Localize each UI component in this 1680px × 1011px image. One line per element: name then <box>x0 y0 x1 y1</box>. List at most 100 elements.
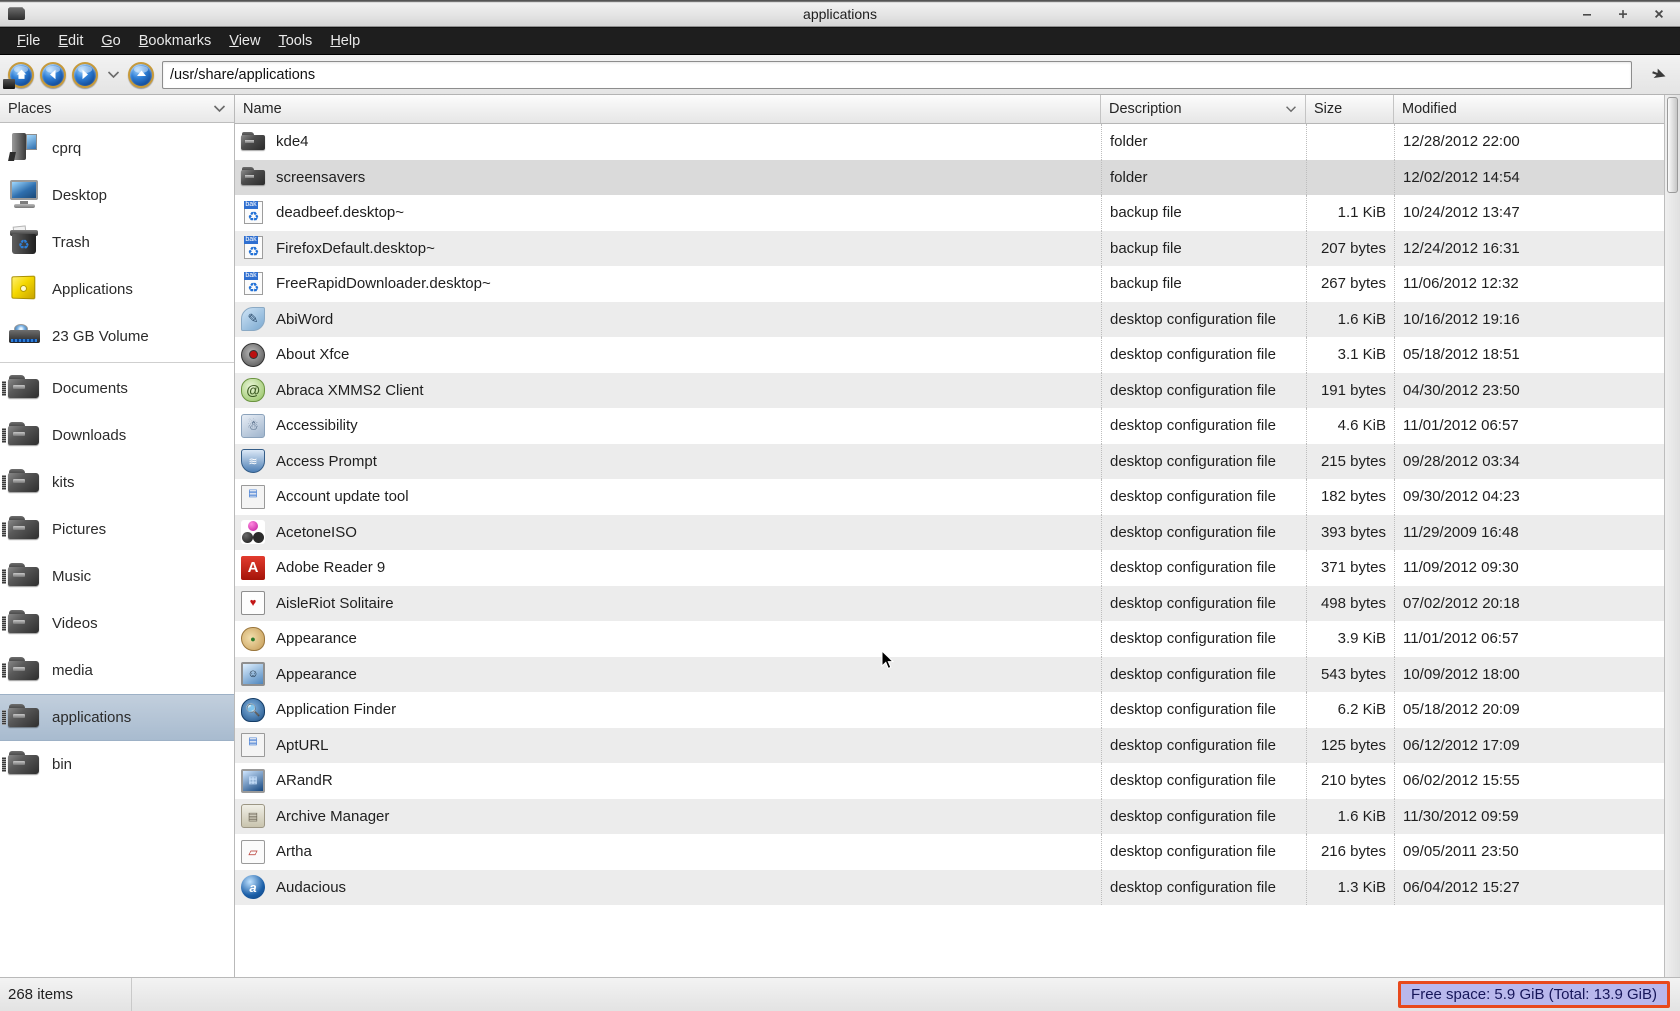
sidebar-item-media[interactable]: media <box>0 647 234 694</box>
forward-button[interactable] <box>70 60 100 90</box>
table-row[interactable]: bak ♻ FreeRapidDownloader.desktop~ backup f… <box>235 266 1664 302</box>
sidebar-item-volume[interactable]: 23 GB Volume <box>0 313 234 360</box>
sidebar-item-applications[interactable]: Applications <box>0 266 234 313</box>
up-button[interactable] <box>126 60 156 90</box>
sidebar-item-videos[interactable]: Videos <box>0 600 234 647</box>
monitor-icon <box>8 179 42 213</box>
menu-bookmarks[interactable]: Bookmarks <box>130 30 221 52</box>
home-icon <box>3 61 34 89</box>
maximize-button[interactable] <box>1616 6 1630 22</box>
menu-go[interactable]: Go <box>92 30 129 52</box>
sidebar-item-bin[interactable]: bin <box>0 741 234 788</box>
window-controls <box>1580 6 1680 22</box>
sidebar-item-label: bin <box>52 756 73 773</box>
status-bar: 268 items Free space: 5.9 GiB (Total: 13… <box>0 977 1680 1011</box>
xfce-display-icon: ☺ <box>241 661 267 687</box>
cards-icon: ♥ <box>241 590 267 616</box>
column-header-description[interactable]: Description <box>1101 95 1306 123</box>
column-header-name[interactable]: Name <box>235 95 1101 123</box>
home-button[interactable] <box>3 60 36 90</box>
table-row[interactable]: ● Appearance desktop configuration file 3.9… <box>235 621 1664 657</box>
menu-tools[interactable]: Tools <box>269 30 321 52</box>
cell-name: ≋ Access Prompt <box>235 444 1101 480</box>
cell-size: 1.6 KiB <box>1306 301 1394 337</box>
table-row[interactable]: a Audacious desktop configuration file 1.3 … <box>235 869 1664 905</box>
cell-description: backup file <box>1101 266 1306 302</box>
table-row[interactable]: ☃ Accessibility desktop configuration file… <box>235 408 1664 444</box>
table-row[interactable]: ▤ Archive Manager desktop configuration fi… <box>235 798 1664 834</box>
cell-name: AcetoneISO <box>235 515 1101 551</box>
cell-description: desktop configuration file <box>1101 514 1306 550</box>
sidebar-item-trash[interactable]: ♻ Trash <box>0 219 234 266</box>
scrollbar-thumb[interactable] <box>1667 97 1678 193</box>
places-list: cprq Desktop ♻ Trash Applications 23 GB … <box>0 123 234 977</box>
table-row[interactable]: ▱ Artha desktop configuration file 216 byte… <box>235 834 1664 870</box>
table-row[interactable]: 🔍 Application Finder desktop configuration… <box>235 692 1664 728</box>
cell-name: @ Abraca XMMS2 Client <box>235 373 1101 409</box>
cell-size: 207 bytes <box>1306 230 1394 266</box>
close-button[interactable] <box>1652 6 1666 22</box>
table-row[interactable]: ▤ Account update tool desktop configuratio… <box>235 479 1664 515</box>
table-row[interactable]: ♥ AisleRiot Solitaire desktop configuratio… <box>235 585 1664 621</box>
column-header-size[interactable]: Size <box>1306 95 1394 123</box>
arandr-icon: ▦ <box>241 768 267 794</box>
sidebar-item-kits[interactable]: kits <box>0 459 234 506</box>
menu-file[interactable]: File <box>8 30 49 52</box>
file-name-label: About Xfce <box>276 346 350 364</box>
table-row[interactable]: ✎ AbiWord desktop configuration file 1.6 Ki… <box>235 301 1664 337</box>
cell-name: bak ♻ FirefoxDefault.desktop~ <box>235 231 1101 267</box>
sidebar-item-downloads[interactable]: Downloads <box>0 412 234 459</box>
cell-modified: 12/28/2012 22:00 <box>1394 124 1664 160</box>
table-row[interactable]: ≋ Access Prompt desktop configuration file… <box>235 443 1664 480</box>
chevron-down-icon[interactable] <box>213 101 226 117</box>
table-row[interactable]: AcetoneISO desktop configuration file 393 … <box>235 514 1664 551</box>
sidebar-item-applications-folder[interactable]: applications <box>0 694 234 741</box>
sidebar-item-desktop[interactable]: Desktop <box>0 172 234 219</box>
table-row[interactable]: bak ♻ FirefoxDefault.desktop~ backup file 20… <box>235 230 1664 267</box>
chevron-down-icon[interactable] <box>1275 101 1297 117</box>
sidebar-item-pictures[interactable]: Pictures <box>0 506 234 553</box>
menu-view[interactable]: View <box>220 30 269 52</box>
table-row[interactable]: ☺ Appearance desktop configuration file 543… <box>235 656 1664 692</box>
finder-icon: 🔍 <box>241 697 267 723</box>
cell-description: desktop configuration file <box>1101 727 1306 763</box>
menu-help[interactable]: Help <box>321 30 369 52</box>
sidebar-item-cprq[interactable]: cprq <box>0 125 234 172</box>
sidebar-item-label: Music <box>52 568 92 585</box>
table-row[interactable]: ▤ AptURL desktop configuration file 125 byt… <box>235 727 1664 763</box>
cell-size: 1.1 KiB <box>1306 195 1394 231</box>
back-button[interactable] <box>38 60 68 90</box>
menu-edit[interactable]: Edit <box>49 30 92 52</box>
cell-size: 3.1 KiB <box>1306 337 1394 373</box>
cell-size: 191 bytes <box>1306 372 1394 408</box>
abraca-icon: @ <box>241 377 267 403</box>
menu-file-rest: ile <box>25 33 41 49</box>
cell-modified: 11/09/2012 09:30 <box>1394 550 1664 586</box>
folder-icon <box>241 129 267 155</box>
cell-name: About Xfce <box>235 337 1101 373</box>
file-name-label: Appearance <box>276 665 357 683</box>
history-dropdown[interactable] <box>102 60 124 90</box>
column-header-modified[interactable]: Modified <box>1394 95 1664 123</box>
path-input[interactable]: /usr/share/applications <box>162 60 1632 89</box>
sidebar-item-documents[interactable]: Documents <box>0 365 234 412</box>
cell-description: desktop configuration file <box>1101 585 1306 621</box>
table-row[interactable]: kde4 folder 12/28/2012 22:00 <box>235 124 1664 160</box>
sidebar-item-music[interactable]: Music <box>0 553 234 600</box>
places-header[interactable]: Places <box>0 95 234 123</box>
minimize-button[interactable] <box>1580 6 1594 22</box>
pdf-icon: A <box>241 555 267 581</box>
pointer-tool-button[interactable] <box>1640 60 1674 90</box>
cell-modified: 12/24/2012 16:31 <box>1394 230 1664 266</box>
table-row[interactable]: @ Abraca XMMS2 Client desktop configuratio… <box>235 372 1664 409</box>
vertical-scrollbar[interactable] <box>1664 95 1680 977</box>
folder-icon <box>2 748 42 782</box>
table-row[interactable]: screensavers folder 12/02/2012 14:54 <box>235 159 1664 195</box>
table-row[interactable]: A Adobe Reader 9 desktop configuration fil… <box>235 550 1664 586</box>
file-rows: kde4 folder 12/28/2012 22:00 screensavers fo… <box>235 124 1664 977</box>
table-row[interactable]: bak ♻ deadbeef.desktop~ backup file 1.1 KiB 1… <box>235 195 1664 231</box>
table-row[interactable]: About Xfce desktop configuration file 3.1 … <box>235 337 1664 373</box>
table-row[interactable]: ▦ ARandR desktop configuration file 210 byt… <box>235 763 1664 799</box>
file-name-label: AptURL <box>276 736 329 754</box>
title-bar[interactable]: applications <box>0 0 1680 28</box>
